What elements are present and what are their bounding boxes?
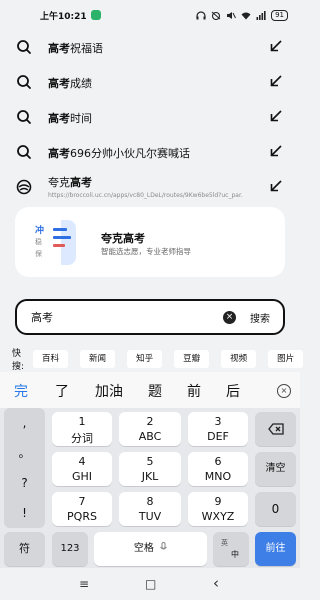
key-2[interactable]: 2 ABC bbox=[119, 412, 181, 446]
status-icons: 91 bbox=[196, 9, 288, 21]
search-button[interactable]: 搜索 bbox=[250, 310, 270, 325]
backspace-icon bbox=[267, 423, 284, 435]
lang-zh-label: 中 bbox=[231, 550, 239, 559]
key-3[interactable]: 3 DEF bbox=[188, 412, 248, 446]
signal-icon bbox=[256, 10, 266, 20]
quick-chip[interactable]: 百科 bbox=[33, 350, 69, 368]
wifi-icon bbox=[241, 12, 251, 19]
logo-char: 冲 bbox=[35, 226, 45, 236]
suggestion-item-kuake[interactable]: 夸克高考 https://broccoli.uc.cn/apps/vc80_LD… bbox=[0, 170, 300, 206]
candidate-word[interactable]: 了 bbox=[55, 381, 69, 401]
t9-keyboard: , 。 ? ! 1 分词 2 ABC 3 DEF 4 GHI 5 JKL 6 MNO 清空 … bbox=[0, 408, 300, 568]
suggestion-item[interactable]: 高考时间 bbox=[0, 100, 300, 135]
candidate-bar: 完 了 加油 题 前 后 × bbox=[0, 372, 300, 408]
space-label: 空格 bbox=[133, 543, 154, 554]
key-1[interactable]: 1 分词 bbox=[52, 412, 112, 446]
quick-search-bar: 快搜: 百科 新闻 知乎 豆瓣 视频 图片 bbox=[0, 346, 304, 372]
key-7[interactable]: 7 PQRS bbox=[52, 492, 112, 526]
symbol-key[interactable]: , bbox=[4, 408, 45, 438]
home-nav-button[interactable]: □ bbox=[145, 577, 156, 591]
search-icon bbox=[17, 40, 31, 54]
fill-arrow-icon[interactable] bbox=[269, 39, 283, 53]
system-nav-bar: ≡ □ ‹ bbox=[0, 568, 300, 600]
candidate-word[interactable]: 题 bbox=[148, 381, 162, 401]
suggestion-text: 高考成绩 bbox=[48, 76, 92, 90]
clear-icon[interactable]: × bbox=[223, 311, 236, 324]
quick-chip[interactable]: 视频 bbox=[221, 350, 257, 368]
suggestion-item[interactable]: 高考成绩 bbox=[0, 65, 300, 100]
clear-key[interactable]: 清空 bbox=[255, 452, 296, 486]
fill-arrow-icon[interactable] bbox=[269, 179, 283, 193]
quick-chip[interactable]: 知乎 bbox=[127, 350, 163, 368]
microphone-icon bbox=[160, 542, 167, 550]
symbol-key[interactable]: ? bbox=[4, 468, 45, 498]
card-subtitle: 智能选志愿，专业老师指导 bbox=[101, 247, 191, 256]
suggestion-url: https://broccoli.uc.cn/apps/vc80_LDeL/ro… bbox=[48, 192, 243, 199]
menu-nav-button[interactable]: ≡ bbox=[79, 577, 89, 591]
quick-chip[interactable]: 豆瓣 bbox=[174, 350, 210, 368]
logo-char: 保 bbox=[35, 250, 42, 258]
key-0[interactable]: 0 bbox=[255, 492, 296, 526]
candidate-word[interactable]: 加油 bbox=[95, 381, 123, 401]
key-5[interactable]: 5 JKL bbox=[119, 452, 181, 486]
symbol-key-toggle[interactable]: 符 bbox=[4, 532, 45, 566]
back-nav-button[interactable]: ‹ bbox=[213, 574, 219, 592]
quick-search-label: 快搜: bbox=[12, 349, 25, 372]
backspace-key[interactable] bbox=[255, 412, 296, 446]
fill-arrow-icon[interactable] bbox=[269, 144, 283, 158]
search-icon bbox=[17, 110, 31, 124]
alarm-icon bbox=[211, 11, 221, 20]
quick-chip[interactable]: 新闻 bbox=[80, 350, 116, 368]
suggestion-item[interactable]: 高考祝福语 bbox=[0, 30, 300, 65]
fill-arrow-icon[interactable] bbox=[269, 74, 283, 88]
candidate-word[interactable]: 后 bbox=[226, 381, 240, 401]
key-9[interactable]: 9 WXYZ bbox=[188, 492, 248, 526]
suggestion-text: 高考时间 bbox=[48, 111, 92, 125]
collapse-keyboard-icon[interactable]: × bbox=[277, 384, 291, 398]
kuake-gaokao-card[interactable]: 冲 稳 保 夸克高考 智能选志愿，专业老师指导 bbox=[15, 207, 285, 277]
lang-en-label: 英 bbox=[221, 539, 228, 547]
search-input[interactable] bbox=[31, 310, 181, 323]
suggestion-text: 高考696分帅小伙凡尔赛喊话 bbox=[48, 146, 190, 160]
mute-icon bbox=[227, 11, 237, 19]
go-key[interactable]: 前往 bbox=[255, 532, 296, 566]
suggestion-list: 高考祝福语 高考成绩 高考时间 高考696分帅小伙凡尔赛喊话 夸克高考 http… bbox=[0, 30, 300, 206]
quick-chip[interactable]: 图片 bbox=[268, 350, 304, 368]
candidate-word[interactable]: 前 bbox=[187, 381, 201, 401]
card-title: 夸克高考 bbox=[101, 232, 145, 245]
search-icon bbox=[17, 75, 31, 89]
headphone-icon bbox=[196, 10, 206, 19]
battery-indicator: 91 bbox=[271, 9, 288, 21]
key-4[interactable]: 4 GHI bbox=[52, 452, 112, 486]
search-box: × 搜索 bbox=[15, 299, 285, 335]
suggestion-text: 夸克高考 bbox=[48, 176, 92, 189]
kuake-gaokao-logo: 冲 稳 保 bbox=[31, 220, 76, 265]
fill-arrow-icon[interactable] bbox=[269, 109, 283, 123]
suggestion-item[interactable]: 高考696分帅小伙凡尔赛喊话 bbox=[0, 135, 300, 170]
symbol-column[interactable]: , 。 ? ! bbox=[4, 408, 45, 528]
candidate-word[interactable]: 完 bbox=[14, 381, 28, 401]
logo-char: 稳 bbox=[35, 238, 42, 246]
status-bar: 上午10:21 91 bbox=[0, 0, 300, 30]
notification-icon bbox=[90, 10, 101, 20]
num-key[interactable]: 123 bbox=[52, 532, 88, 566]
symbol-key[interactable]: ! bbox=[4, 498, 45, 528]
language-switch-key[interactable]: 英 中 bbox=[213, 532, 249, 566]
key-8[interactable]: 8 TUV bbox=[119, 492, 181, 526]
search-icon bbox=[17, 145, 31, 159]
space-key[interactable]: 空格 bbox=[94, 532, 207, 566]
suggestion-text: 高考祝福语 bbox=[48, 41, 103, 55]
symbol-key[interactable]: 。 bbox=[4, 438, 45, 468]
kuake-logo-icon bbox=[16, 179, 32, 195]
status-time: 上午10:21 bbox=[40, 11, 87, 22]
key-6[interactable]: 6 MNO bbox=[188, 452, 248, 486]
